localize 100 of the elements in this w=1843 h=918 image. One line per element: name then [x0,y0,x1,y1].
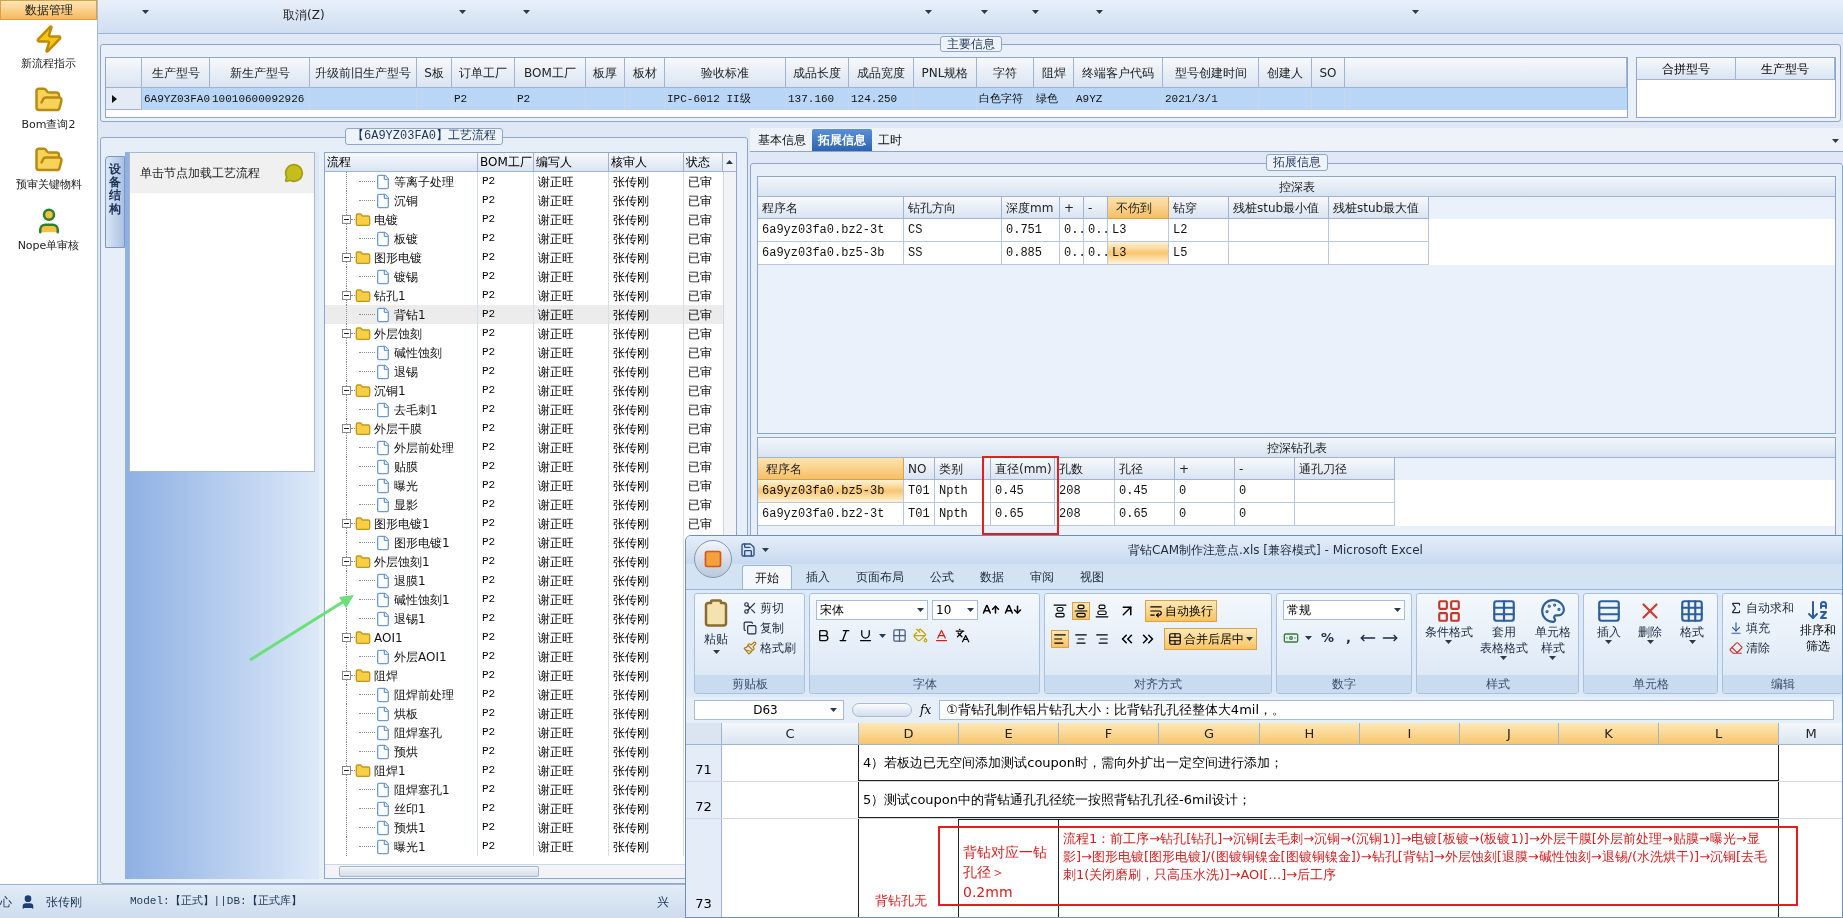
column-header[interactable]: M [1779,723,1842,744]
column-header[interactable]: 直径(mm) [991,458,1055,480]
caret-icon[interactable] [522,10,530,14]
collapse-toggle-icon[interactable] [342,386,351,395]
column-header[interactable]: I [1360,723,1460,744]
column-header[interactable]: 生产型号 [1736,58,1835,80]
column-header[interactable]: 不伤到 [1108,197,1169,219]
column-header[interactable]: + [1175,458,1235,480]
column-header[interactable]: 板材 [625,58,665,88]
caret-icon[interactable] [1500,656,1507,660]
scroll-up-button[interactable] [723,153,736,172]
ribbon-button[interactable]: 填充 [1729,618,1794,638]
ribbon-tab[interactable]: 插入 [794,565,842,589]
column-header[interactable]: 核审人 [609,153,684,172]
column-header[interactable]: L [1659,723,1779,744]
tab-menu-caret-icon[interactable] [1832,139,1839,143]
caret-icon[interactable] [830,708,837,712]
collapse-toggle-icon[interactable] [342,291,351,300]
tab[interactable]: 工时 [872,129,908,151]
merge-center-button[interactable]: 合并后居中 [1164,628,1257,650]
column-header[interactable]: F [1059,723,1159,744]
column-header[interactable]: 孔径 [1115,458,1175,480]
tree-row[interactable]: 背钻1 P2 谢正旺 张传刚 已审 [325,305,723,324]
column-header[interactable]: 板厚 [586,58,625,88]
column-header[interactable]: 残桩stub最大值 [1329,197,1429,219]
ribbon-tab[interactable]: 数据 [968,565,1016,589]
column-header[interactable]: J [1460,723,1559,744]
column-header[interactable]: 成品长度 [786,58,849,88]
ribbon-tab[interactable]: 审阅 [1018,565,1066,589]
column-header[interactable]: 阻焊 [1034,58,1074,88]
column-header[interactable]: 钻穿 [1169,197,1229,219]
number-style-button[interactable]: , [1343,628,1354,648]
caret-icon[interactable] [1411,10,1419,14]
column-header[interactable]: 型号创建时间 [1163,58,1259,88]
ribbon-button[interactable]: 格式 [1679,598,1706,644]
column-header[interactable]: 生产型号 [142,58,210,88]
column-header[interactable]: 状态 [684,153,723,172]
caret-icon[interactable] [1605,640,1613,644]
row-header[interactable]: 73 [686,819,722,917]
caret-icon[interactable] [1031,10,1039,14]
column-header[interactable]: D [859,723,959,744]
formula-divider-handle[interactable] [852,703,912,717]
ribbon-button[interactable]: 复制 [743,618,796,638]
ribbon-button[interactable]: 套用 表格格式 [1479,598,1528,660]
underline-icon[interactable] [858,628,873,643]
column-header[interactable]: 孔数 [1055,458,1115,480]
align-left-icon[interactable] [1051,630,1069,648]
sidebar-item[interactable]: Nope单审核 [0,205,97,254]
collapse-toggle-icon[interactable] [342,329,351,338]
caret-icon[interactable] [712,650,720,654]
column-header[interactable]: K [1559,723,1659,744]
bold-icon[interactable] [816,628,831,643]
column-header[interactable]: 字符 [977,58,1034,88]
caret-icon[interactable] [980,10,988,14]
column-header[interactable]: SO [1312,58,1345,88]
paste-button[interactable]: 粘贴 [701,598,731,658]
column-header[interactable]: E [959,723,1059,744]
column-header[interactable]: 程序名 [758,458,904,480]
caret-icon[interactable] [1095,10,1103,14]
function-label[interactable]: fx [920,701,932,719]
column-header[interactable]: 流程 [325,153,478,172]
column-header[interactable]: 钻孔方向 [904,197,1002,219]
caret-icon[interactable] [1688,640,1696,644]
collapse-toggle-icon[interactable] [342,215,351,224]
ribbon-button[interactable]: 清除 [1729,638,1794,658]
fill-color-icon[interactable] [913,628,928,643]
collapse-toggle-icon[interactable] [342,557,351,566]
ribbon-button[interactable]: 单元格 样式 [1534,598,1571,660]
caret-icon[interactable] [917,608,924,612]
ribbon-button[interactable]: 格式刷 [743,638,796,658]
sidebar-item[interactable]: 新流程指示 [0,24,97,73]
collapse-toggle-icon[interactable] [342,424,351,433]
column-header[interactable]: 通孔刀径 [1295,458,1395,480]
column-header[interactable]: BOM工厂 [478,153,534,172]
tab[interactable]: 拓展信息 [812,129,872,151]
column-header[interactable]: S板 [417,58,452,88]
align-top-icon[interactable] [1051,602,1069,620]
column-header[interactable]: + [1060,197,1084,219]
ribbon-tab[interactable]: 视图 [1068,565,1116,589]
collapse-toggle-icon[interactable] [342,253,351,262]
caret-icon[interactable] [879,633,886,638]
phonetic-icon[interactable] [955,628,970,643]
ribbon-button[interactable]: 剪切 [743,598,796,618]
column-header[interactable]: H [1260,723,1360,744]
ribbon-button[interactable]: 插入 [1595,598,1622,644]
column-header[interactable]: 升级前旧生产型号 [310,58,417,88]
sort-filter-button[interactable]: 排序和 筛选 [1800,598,1836,658]
column-header[interactable]: 创建人 [1259,58,1312,88]
quick-access-caret-icon[interactable] [762,548,769,552]
column-header[interactable]: 编写人 [534,153,609,172]
formula-field[interactable]: ①背钻孔制作铝片钻孔大小：比背钻孔孔径整体大4mil，。 [939,700,1834,720]
column-header[interactable]: 程序名 [758,197,904,219]
column-header[interactable]: 验收标准 [665,58,786,88]
number-style-button[interactable]: % [1318,628,1338,648]
align-middle-icon[interactable] [1072,602,1090,620]
column-header[interactable]: PNL规格 [914,58,977,88]
collapse-toggle-icon[interactable] [342,519,351,528]
collapse-toggle-icon[interactable] [342,766,351,775]
column-header[interactable]: 新生产型号 [210,58,310,88]
row-header[interactable]: 71 [686,745,722,781]
